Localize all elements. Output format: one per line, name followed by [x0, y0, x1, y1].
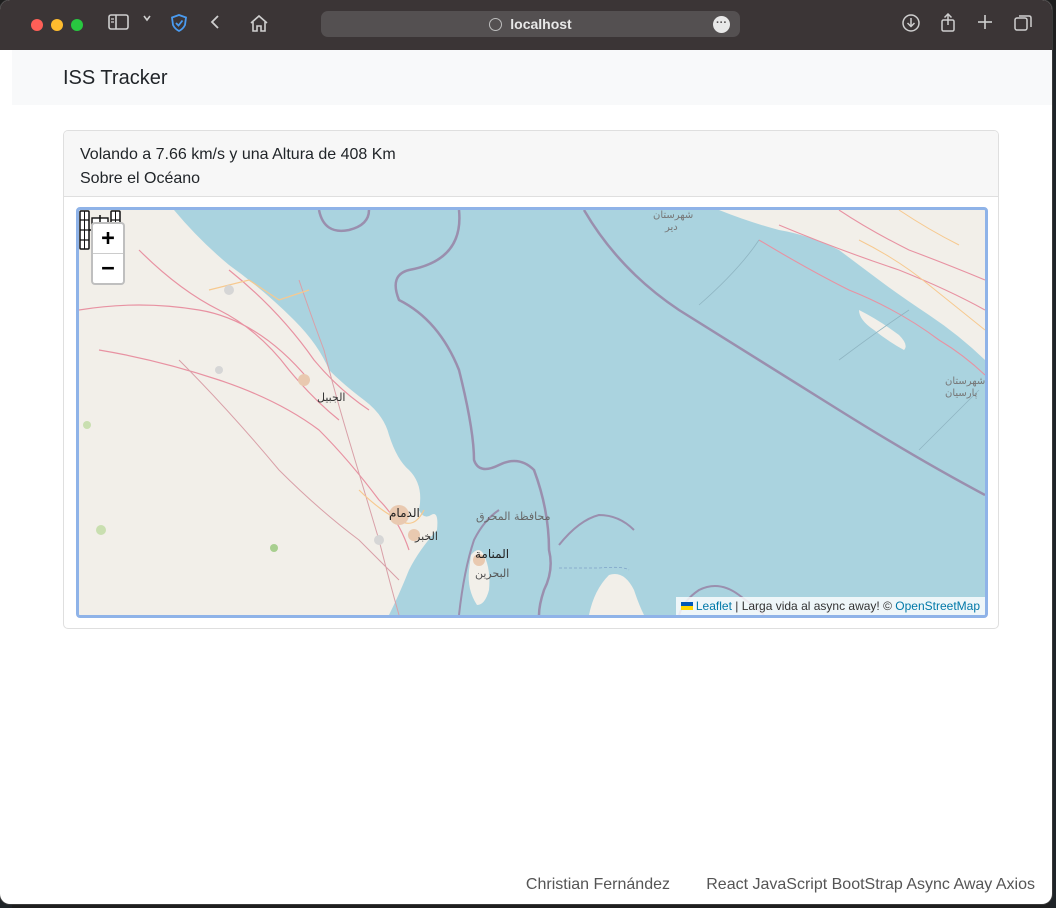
close-window-button[interactable] — [31, 19, 43, 31]
address-bar[interactable]: localhost ··· — [321, 11, 740, 37]
brand-link[interactable]: ISS Tracker — [63, 67, 167, 90]
back-icon[interactable] — [208, 13, 222, 31]
country-label-bahrain: البحرين — [475, 567, 510, 580]
minimize-window-button[interactable] — [51, 19, 63, 31]
url-text: localhost — [510, 16, 572, 32]
zoom-in-button[interactable]: + — [93, 224, 123, 254]
region-label-parsian-2: پارسیان — [945, 388, 978, 399]
region-label-dayyer-2: دیر — [665, 222, 678, 233]
leaflet-link[interactable]: Leaflet — [696, 598, 732, 614]
zoom-out-button[interactable]: − — [93, 254, 123, 284]
browser-toolbar: localhost ··· — [0, 0, 1052, 50]
share-icon[interactable] — [939, 13, 957, 33]
more-options-icon[interactable]: ··· — [713, 16, 730, 33]
tab-overview-icon[interactable] — [1013, 13, 1033, 33]
city-label-dammam: الدمام — [389, 506, 420, 520]
city-label-manama: المنامة — [475, 547, 510, 561]
page-footer: Christian Fernández React JavaScript Boo… — [12, 864, 1052, 904]
new-tab-icon[interactable] — [976, 13, 994, 31]
attribution-text: | Larga vida al async away! © — [731, 599, 896, 613]
zoom-window-button[interactable] — [71, 19, 83, 31]
region-label-muharraq: محافظة المحرق — [476, 510, 551, 523]
card-header: Volando a 7.66 km/s y una Altura de 408 … — [64, 131, 998, 197]
region-label-parsian-1: شهرستان — [945, 376, 986, 387]
globe-icon — [489, 17, 503, 31]
chevron-down-icon[interactable] — [142, 13, 152, 23]
footer-author: Christian Fernández — [525, 876, 670, 893]
zoom-control: + − — [91, 222, 125, 285]
footer-tech-stack: React JavaScript BootStrap Async Away Ax… — [706, 876, 1035, 893]
map[interactable]: الجبيل الدمام الخبر محافظة المحرق المنام… — [79, 210, 985, 615]
sidebar-icon[interactable] — [108, 13, 130, 31]
shield-icon[interactable] — [169, 13, 189, 33]
openstreetmap-link[interactable]: OpenStreetMap — [895, 598, 980, 614]
status-text: Volando a 7.66 km/s y una Altura de 408 … — [80, 146, 396, 163]
ukraine-flag-icon — [680, 602, 693, 610]
region-label-dayyer-1: شهرستان — [653, 210, 694, 221]
map-attribution: Leaflet | Larga vida al async away! © Op… — [675, 597, 985, 615]
navbar: ISS Tracker — [12, 50, 1052, 105]
map-tiles — [79, 210, 985, 615]
iss-card: Volando a 7.66 km/s y una Altura de 408 … — [63, 130, 999, 629]
home-icon[interactable] — [248, 13, 270, 33]
city-label-khobar: الخبر — [415, 530, 438, 543]
city-label-jubail: الجبيل — [317, 391, 346, 404]
location-text: Sobre el Océano — [80, 170, 201, 187]
browser-window: localhost ··· ISS Tracker Volando a 7.66… — [0, 0, 1052, 904]
window-controls — [31, 19, 83, 31]
map-container[interactable]: الجبيل الدمام الخبر محافظة المحرق المنام… — [76, 207, 988, 618]
downloads-icon[interactable] — [901, 13, 921, 33]
